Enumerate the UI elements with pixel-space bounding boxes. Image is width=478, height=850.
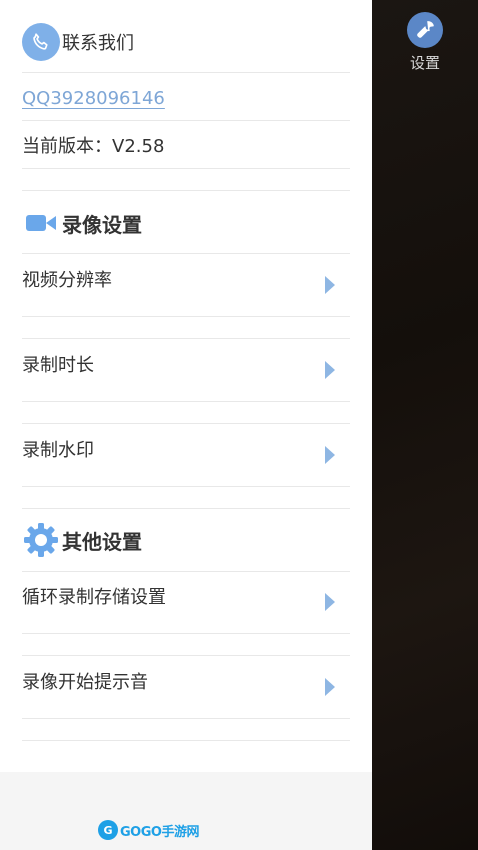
divider: [22, 486, 350, 487]
qq-row[interactable]: QQ3928096146: [22, 84, 350, 112]
other-settings-header: 其他设置: [22, 521, 350, 559]
gear-icon: [22, 521, 60, 559]
setting-item-record-watermark[interactable]: 录制水印: [22, 435, 350, 463]
phone-icon: [22, 23, 60, 61]
qq-link[interactable]: QQ3928096146: [22, 88, 165, 109]
setting-item-label: 录制水印: [22, 440, 94, 461]
version-text: 当前版本：V2.58: [22, 136, 165, 157]
version-row: 当前版本：V2.58: [22, 131, 350, 159]
chevron-right-icon[interactable]: [325, 276, 335, 294]
divider: [22, 168, 350, 169]
divider: [22, 338, 350, 339]
setting-item-video-resolution[interactable]: 视频分辨率: [22, 265, 350, 293]
divider: [22, 633, 350, 634]
setting-item-label: 录制时长: [22, 355, 94, 376]
setting-item-label: 循环录制存储设置: [22, 587, 166, 608]
video-settings-header: 录像设置: [22, 206, 350, 240]
divider: [22, 423, 350, 424]
divider: [22, 508, 350, 509]
divider: [22, 401, 350, 402]
main-content-dimmed[interactable]: 设置: [372, 0, 478, 850]
divider: [22, 740, 350, 741]
logo-text: GOGO手游网: [120, 824, 199, 840]
contact-header[interactable]: 联系我们: [22, 22, 350, 62]
chevron-right-icon[interactable]: [325, 678, 335, 696]
contact-title: 联系我们: [62, 33, 134, 54]
settings-button[interactable]: 设置: [400, 12, 450, 73]
other-settings-title: 其他设置: [62, 529, 142, 554]
video-camera-icon: [26, 213, 56, 233]
chevron-right-icon[interactable]: [325, 446, 335, 464]
divider: [22, 72, 350, 73]
side-drawer: 联系我们 QQ3928096146 当前版本：V2.58 录像设置 视频分辨率 …: [0, 0, 372, 850]
logo-mark: G: [98, 820, 118, 840]
divider: [22, 190, 350, 191]
video-settings-title: 录像设置: [62, 212, 142, 237]
setting-item-label: 视频分辨率: [22, 270, 112, 291]
divider: [22, 718, 350, 719]
divider: [22, 316, 350, 317]
divider: [22, 253, 350, 254]
watermark-logo: G GOGO手游网: [98, 820, 199, 840]
divider: [22, 571, 350, 572]
chevron-right-icon[interactable]: [325, 361, 335, 379]
wrench-icon: [407, 12, 443, 48]
chevron-right-icon[interactable]: [325, 593, 335, 611]
setting-item-loop-storage[interactable]: 循环录制存储设置: [22, 582, 350, 610]
setting-item-record-start-sound[interactable]: 录像开始提示音: [22, 667, 350, 695]
settings-label: 设置: [409, 54, 440, 72]
divider: [22, 655, 350, 656]
divider: [22, 120, 350, 121]
setting-item-record-duration[interactable]: 录制时长: [22, 350, 350, 378]
setting-item-label: 录像开始提示音: [22, 672, 148, 693]
